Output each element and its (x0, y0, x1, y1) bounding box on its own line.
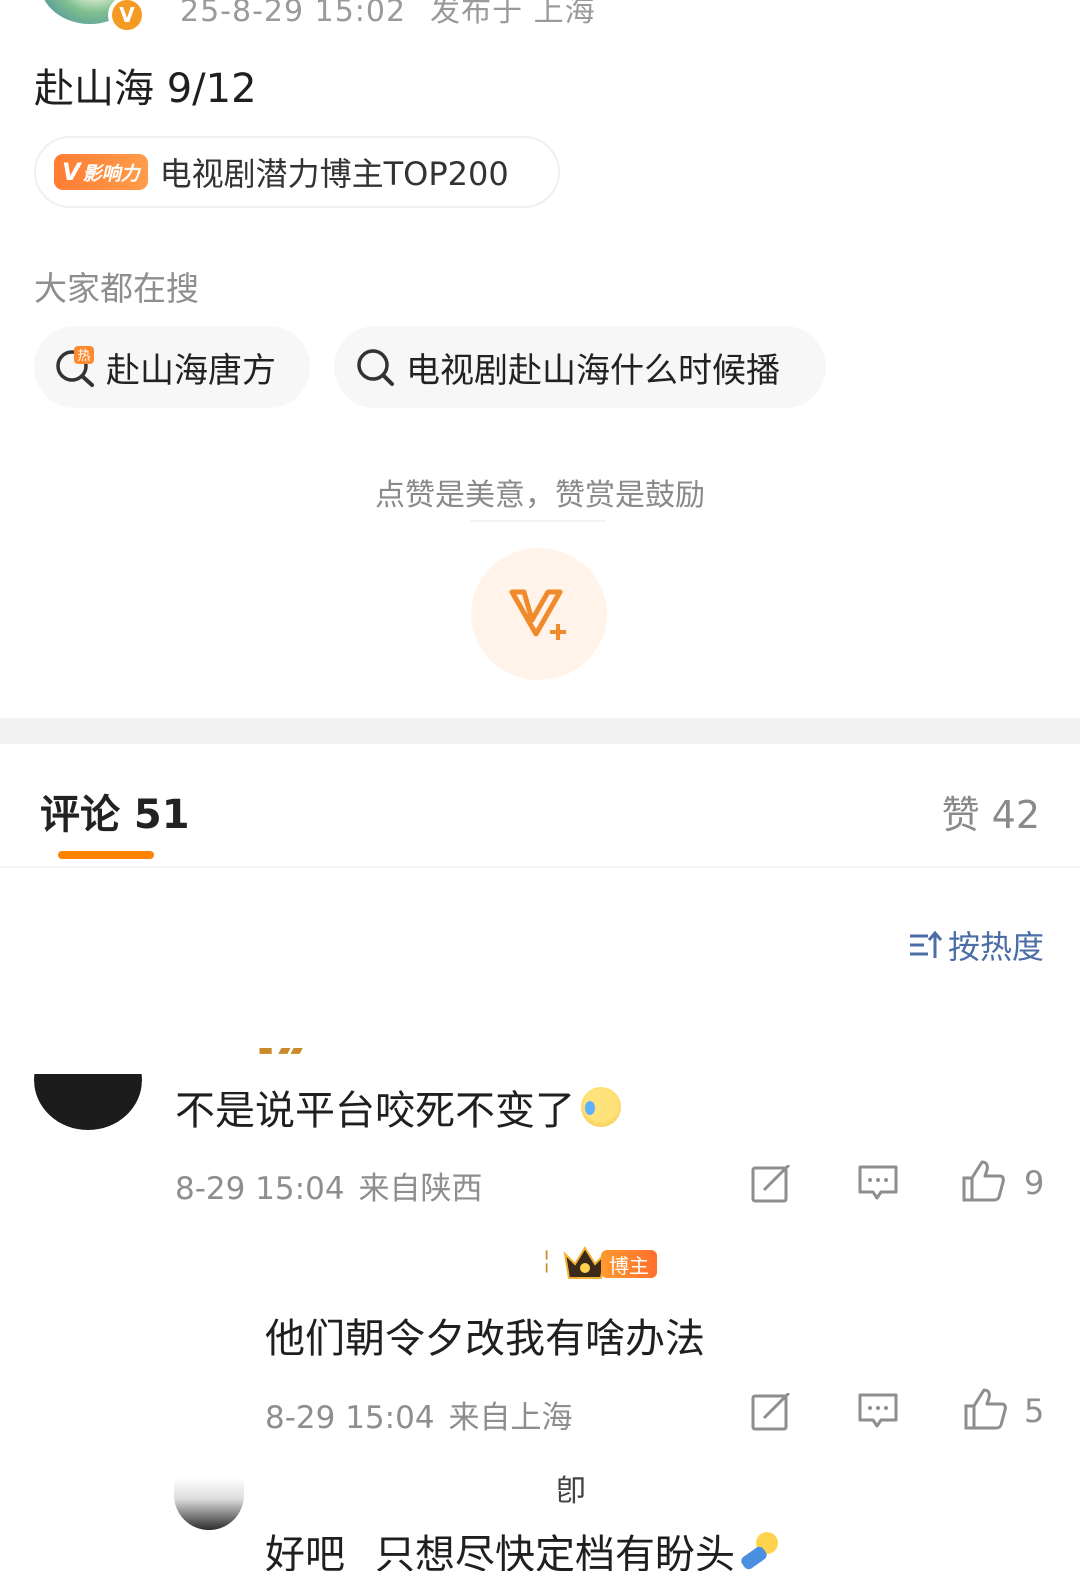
reply-meta: 8-29 15:04 来自上海 (265, 1392, 573, 1437)
like-count: 5 (1024, 1392, 1045, 1430)
post-text: 赴山海 9/12 (34, 66, 257, 112)
like-icon[interactable] (962, 1386, 1008, 1432)
influence-label: 电视剧潜力博主TOP200 (159, 155, 509, 193)
commenter-name-fragment[interactable]: ▬ ▰▰ (258, 1040, 303, 1059)
comment-text: 好吧 只想尽快定档有盼头 (265, 1522, 781, 1571)
like-count: 9 (1024, 1164, 1045, 1202)
reply-text: 他们朝令夕改我有啥办法 (265, 1316, 705, 1362)
blogger-badge-label: 博主 (601, 1250, 657, 1278)
reply-location: 来自上海 (448, 1400, 573, 1436)
influence-chip[interactable]: V 影响力 电视剧潜力博主TOP200 (34, 136, 560, 208)
comment-meta: 8-29 15:04 来自陕西 (175, 1163, 483, 1208)
reply-time: 8-29 15:04 (265, 1400, 435, 1436)
active-tab-indicator (58, 851, 154, 859)
post-meta: 25-8-29 15:02 发布于 上海 (180, 0, 620, 30)
comment-text-part: 好吧 (265, 1532, 345, 1571)
reply-icon[interactable] (857, 1162, 899, 1204)
tab-comments[interactable]: 评论 51 (40, 782, 190, 840)
commenter-name-fragment[interactable]: 卽 (556, 1466, 586, 1510)
influence-badge-label: 影响力 (82, 162, 140, 185)
v-logo-icon: V (62, 158, 81, 186)
trending-search-label: 赴山海唐方 (106, 350, 276, 391)
post-location: 发布于 上海 (430, 0, 596, 29)
comment-time: 8-29 15:04 (175, 1171, 345, 1207)
post-time: 25-8-29 15:02 (180, 0, 407, 29)
waving-emoji-icon (741, 1532, 778, 1570)
reward-button[interactable] (471, 548, 607, 680)
trending-search-chip[interactable]: 电视剧赴山海什么时候播 (334, 326, 826, 408)
sort-icon (909, 930, 942, 958)
tab-likes[interactable]: 赞 42 (942, 784, 1040, 839)
comment-text-content: 不是说平台咬死不变了 (175, 1088, 575, 1134)
tab-divider (0, 866, 1080, 868)
hot-search-icon: 热 (54, 346, 96, 388)
sort-by-hot-button[interactable]: 按热度 (908, 922, 1044, 968)
svg-text:热: 热 (77, 349, 90, 364)
like-icon[interactable] (960, 1158, 1006, 1204)
comment-text: 不是说平台咬死不变了 (175, 1078, 621, 1136)
influence-badge: V 影响力 (54, 154, 148, 190)
reward-v-plus-icon (509, 589, 566, 640)
trending-search-label: 电视剧赴山海什么时候播 (406, 350, 780, 391)
commenter-avatar[interactable] (34, 1030, 142, 1130)
section-divider (0, 718, 1080, 744)
blogger-badge: 博主 (563, 1246, 657, 1282)
trending-search-chip[interactable]: 热 赴山海唐方 (34, 326, 310, 408)
reward-tip-divider (470, 520, 606, 522)
repost-icon[interactable] (750, 1390, 792, 1432)
comment-location: 来自陕西 (358, 1171, 483, 1207)
trending-search-heading: 大家都在搜 (34, 269, 199, 308)
reward-tip: 点赞是美意，赞赏是鼓励 (375, 478, 705, 513)
laugh-cry-emoji-icon (581, 1087, 621, 1127)
replier-name-fragment[interactable]: ╎ (540, 1250, 553, 1275)
verified-badge-icon: V (108, 0, 146, 34)
comment-text-part: 只想尽快定档有盼头 (375, 1532, 735, 1571)
sort-label: 按热度 (947, 928, 1044, 966)
reply-icon[interactable] (857, 1390, 899, 1432)
commenter-avatar[interactable] (174, 1478, 244, 1530)
search-icon (354, 346, 396, 388)
repost-icon[interactable] (750, 1162, 792, 1204)
